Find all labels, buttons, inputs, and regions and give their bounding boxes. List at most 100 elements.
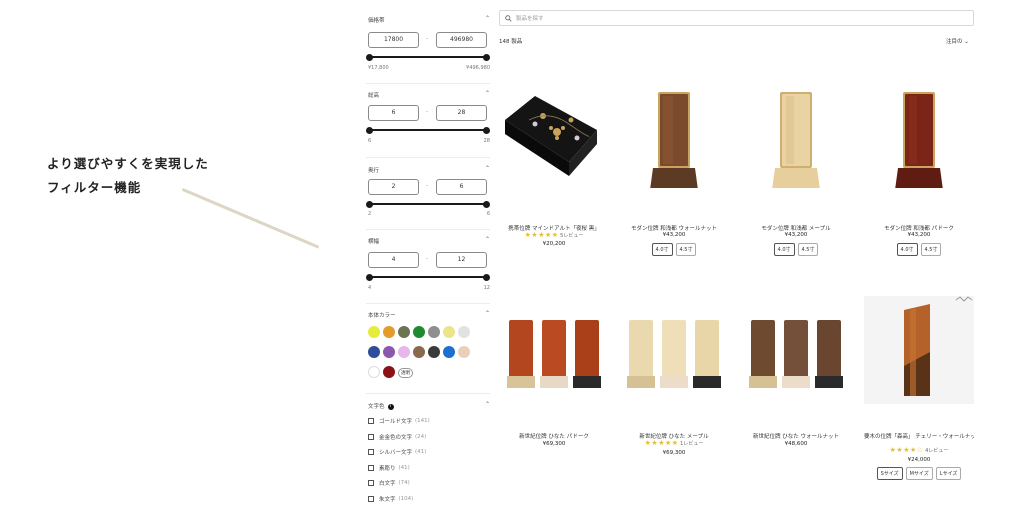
product-card[interactable]: 携帯位牌 マインドアルト「夜桜 黒」 ★★★★★ 5レビュー ¥20,200	[499, 80, 609, 270]
product-name[interactable]: 新世紀位牌 ひなた ウォールナット	[741, 432, 851, 440]
width-slider-max-handle[interactable]	[483, 273, 490, 281]
product-card[interactable]: 要木の位牌「森高」 チェリー・ウォールナット ★★★★☆ 4レビュー ¥24,0…	[864, 296, 974, 486]
product-image[interactable]	[619, 296, 729, 404]
text-color-option[interactable]: 金金色の文字 (24)	[368, 432, 426, 442]
text-color-option[interactable]: 白文字 (74)	[368, 478, 410, 488]
checkbox[interactable]	[368, 433, 374, 440]
checkbox[interactable]	[368, 495, 374, 502]
chevron-up-icon[interactable]: ⌃	[485, 310, 490, 317]
checkbox[interactable]	[368, 449, 374, 455]
price-slider[interactable]	[366, 53, 490, 61]
product-image[interactable]	[741, 296, 851, 404]
chevron-up-icon[interactable]: ⌃	[485, 236, 490, 243]
product-card[interactable]: モダン位牌 和浅都 パドーク ¥43,200 4.0寸 4.5寸	[864, 80, 974, 270]
color-swatch[interactable]	[398, 326, 410, 338]
search-bar[interactable]: 製品を探す	[499, 10, 974, 26]
height-max-input[interactable]: 28	[436, 105, 487, 121]
depth-min-input[interactable]: 2	[368, 179, 419, 195]
product-name[interactable]: 新世紀位牌 ひなた パドーク	[499, 432, 609, 440]
text-color-option[interactable]: ゴールド文字 (141)	[368, 416, 430, 426]
product-name[interactable]: モダン位牌 和浅都 ウォールナット	[619, 224, 729, 232]
color-swatch[interactable]	[383, 366, 395, 378]
color-swatch[interactable]	[458, 346, 470, 358]
checkbox[interactable]	[368, 418, 374, 424]
price-slider-min-handle[interactable]	[366, 53, 373, 61]
color-swatch[interactable]	[383, 346, 395, 358]
product-image[interactable]	[864, 80, 974, 190]
chevron-up-icon[interactable]: ⌃	[485, 401, 490, 408]
color-swatch[interactable]	[413, 346, 425, 358]
price-min-input[interactable]: 17800	[368, 32, 419, 48]
size-option[interactable]: 4.0寸	[773, 243, 795, 256]
text-color-option-count: (74)	[398, 480, 410, 486]
filter-text-color-label: 文字色	[368, 404, 385, 410]
sort-dropdown[interactable]: 注目の ⌄	[946, 37, 969, 45]
product-card[interactable]: モダン位牌 和浅都 ウォールナット ¥43,200 4.0寸 4.5寸	[619, 80, 729, 270]
product-name[interactable]: モダン位牌 和浅都 メープル	[741, 224, 851, 232]
product-card[interactable]: 新世紀位牌 ひなた パドーク ¥69,300	[499, 296, 609, 466]
text-color-option[interactable]: シルバー文字 (41)	[368, 447, 426, 457]
color-swatch[interactable]	[368, 326, 380, 338]
color-swatch[interactable]	[398, 346, 410, 358]
product-image[interactable]	[741, 80, 851, 190]
chevron-up-icon[interactable]: ⌃	[485, 90, 490, 97]
chevron-up-icon[interactable]: ⌃	[485, 15, 490, 22]
product-image[interactable]	[864, 296, 974, 404]
price-slider-max-handle[interactable]	[483, 53, 490, 61]
color-swatch[interactable]	[428, 346, 440, 358]
size-option[interactable]: 4.0寸	[896, 243, 918, 256]
product-name[interactable]: 要木の位牌「森高」 チェリー・ウォールナット	[864, 432, 974, 440]
checkbox[interactable]	[368, 464, 374, 471]
depth-slider-min-handle[interactable]	[366, 200, 373, 208]
width-max-input[interactable]: 12	[436, 252, 487, 268]
color-swatch[interactable]	[383, 326, 395, 338]
product-price: ¥24,000	[907, 457, 931, 463]
size-options: 4.0寸 4.5寸	[741, 243, 851, 256]
chevron-up-icon[interactable]: ⌃	[485, 165, 490, 172]
range-dash: -	[426, 182, 429, 189]
product-name[interactable]: モダン位牌 和浅都 パドーク	[864, 224, 974, 232]
color-swatch[interactable]	[368, 366, 380, 378]
depth-slider-max-handle[interactable]	[483, 200, 490, 208]
width-slider-min-handle[interactable]	[366, 273, 373, 281]
height-slider[interactable]	[366, 126, 490, 134]
text-color-option-label: 金金色の文字	[379, 434, 413, 441]
filter-height: 総高 ⌃ 6 - 28 6 28	[366, 84, 490, 158]
checkbox[interactable]	[368, 480, 374, 486]
swatch-transparent[interactable]: 透明	[398, 368, 413, 378]
text-color-option[interactable]: 朱文字 (104)	[368, 494, 413, 504]
size-option[interactable]: Mサイズ	[905, 467, 933, 480]
price-max-input[interactable]: 496980	[436, 32, 487, 48]
size-option[interactable]: 4.5寸	[675, 243, 697, 256]
height-slider-min-handle[interactable]	[366, 126, 373, 134]
price-max-label: ¥496,980	[466, 65, 490, 71]
depth-slider[interactable]	[366, 200, 490, 208]
info-icon[interactable]: i	[387, 404, 394, 410]
color-swatch[interactable]	[368, 346, 380, 358]
product-image[interactable]	[499, 80, 609, 188]
width-min-input[interactable]: 4	[368, 252, 419, 268]
depth-max-input[interactable]: 6	[436, 179, 487, 195]
color-swatch[interactable]	[458, 326, 470, 338]
star-rating-icon: ★★★★☆	[889, 446, 924, 454]
size-option[interactable]: 4.5寸	[797, 243, 819, 256]
search-input[interactable]: 製品を探す	[516, 14, 544, 22]
product-card[interactable]: モダン位牌 和浅都 メープル ¥43,200 4.0寸 4.5寸	[741, 80, 851, 270]
width-slider[interactable]	[366, 273, 490, 281]
product-image[interactable]	[619, 80, 729, 190]
product-image[interactable]	[499, 296, 609, 404]
size-option[interactable]: 4.0寸	[651, 243, 673, 256]
text-color-option[interactable]: 素彫り (41)	[368, 463, 410, 473]
product-card[interactable]: 新世紀位牌 ひなた メープル ★★★★★ 1レビュー ¥69,300	[619, 296, 729, 466]
height-slider-max-handle[interactable]	[483, 126, 490, 134]
product-price: ¥48,600	[784, 441, 808, 447]
size-option[interactable]: Sサイズ	[876, 467, 903, 480]
color-swatch[interactable]	[443, 326, 455, 338]
color-swatch[interactable]	[413, 326, 425, 338]
color-swatch[interactable]	[443, 346, 455, 358]
height-min-input[interactable]: 6	[368, 105, 419, 121]
size-option[interactable]: 4.5寸	[920, 243, 942, 256]
product-card[interactable]: 新世紀位牌 ひなた ウォールナット ¥48,600	[741, 296, 851, 466]
color-swatch[interactable]	[428, 326, 440, 338]
size-option[interactable]: Lサイズ	[935, 467, 962, 480]
